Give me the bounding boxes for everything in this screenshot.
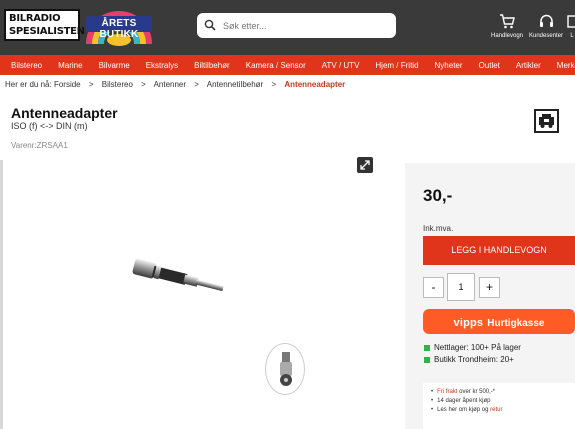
stock-online-text: Nettlager: 100+ På lager (434, 343, 521, 352)
product-title: Antenneadapter (11, 105, 118, 121)
product-price: 30,- (423, 186, 453, 205)
product-thumbnail[interactable] (265, 343, 305, 395)
free-shipping-rest: over kr 500,-* (457, 389, 496, 395)
main-nav: Bilstereo Marine Bilvarme Ekstralys Bilt… (0, 55, 575, 75)
vipps-logo: vipps (453, 317, 484, 329)
product-page: BILRADIO SPESIALISTEN AS ÅRETS BUTIKK Sø… (0, 0, 575, 429)
nav-item-nyheter[interactable]: Nyheter (427, 61, 471, 70)
nav-item-ekstralys[interactable]: Ekstralys (138, 61, 186, 70)
nav-item-merker[interactable]: Merker (549, 61, 575, 70)
stock-store: Butikk Trondheim: 20+ (424, 355, 514, 364)
headset-icon (539, 14, 553, 27)
quantity-input[interactable]: 1 (447, 273, 475, 301)
info-read-more: Les her om kjøp og retur (431, 406, 575, 415)
info-free-shipping: Fri frakt over kr 500,-* (431, 388, 575, 397)
stock-online: Nettlager: 100+ På lager (424, 343, 521, 352)
breadcrumb-current: Antenneadapter (284, 80, 346, 89)
cart-icon (500, 14, 515, 29)
nav-item-atv-utv[interactable]: ATV / UTV (314, 61, 368, 70)
nav-item-bilvarme[interactable]: Bilvarme (91, 61, 138, 70)
site-logo[interactable]: BILRADIO SPESIALISTEN AS (4, 9, 103, 41)
in-stock-icon (424, 357, 430, 363)
nav-item-marine[interactable]: Marine (50, 61, 90, 70)
nav-item-kamera-sensor[interactable]: Kamera / Sensor (238, 61, 314, 70)
search-bar[interactable] (197, 13, 396, 38)
brand-logo[interactable] (534, 109, 559, 133)
vipps-label: Hurtigkasse (487, 318, 545, 329)
vipps-express-button[interactable]: vipps Hurtigkasse (423, 309, 575, 334)
search-icon[interactable] (204, 19, 216, 31)
breadcrumb-link-forside[interactable]: Forside (54, 80, 81, 89)
breadcrumb: Her er du nå: Forside > Bilstereo > Ante… (5, 80, 345, 89)
cart-label: Handlevogn (490, 33, 524, 39)
logo-line-2: SPESIALISTEN AS (9, 26, 103, 37)
quantity-increase-button[interactable]: + (479, 277, 500, 298)
in-stock-icon (424, 345, 430, 351)
left-edge-strip (0, 160, 3, 429)
product-subtitle: ISO (f) <-> DIN (m) (11, 121, 88, 131)
product-image[interactable] (128, 255, 228, 303)
quantity-decrease-button[interactable]: - (423, 277, 444, 298)
badge-text: ÅRETS BUTIKK (99, 18, 139, 40)
add-to-cart-button[interactable]: LEGG I HANDLEVOGN (423, 236, 575, 265)
nav-item-artikler[interactable]: Artikler (508, 61, 549, 70)
login-label: L (570, 33, 574, 39)
product-sku: Varenr:ZRSAA1 (11, 141, 68, 150)
breadcrumb-separator: > (271, 80, 277, 89)
login-button[interactable]: L (566, 14, 575, 48)
purchase-info-box: Fri frakt over kr 500,-* 14 dager åpent … (423, 383, 575, 429)
user-icon (567, 15, 575, 28)
return-link[interactable]: retur (490, 407, 502, 413)
expand-icon (360, 160, 370, 170)
car-brand-icon (539, 114, 554, 128)
nav-item-outlet[interactable]: Outlet (471, 61, 508, 70)
thumbnail-image (280, 352, 292, 386)
read-more-text: Les her om kjøp og (437, 407, 491, 413)
search-input[interactable] (223, 17, 388, 34)
nav-item-hjem-fritid[interactable]: Hjem / Fritid (367, 61, 426, 70)
breadcrumb-separator: > (141, 80, 146, 89)
breadcrumb-link-antennetilbehor[interactable]: Antennetilbehør (207, 80, 263, 89)
free-shipping-link[interactable]: Fri frakt (437, 389, 457, 395)
vat-note: Ink.mva. (423, 224, 454, 233)
return-policy-text: 14 dager åpent kjøp (437, 398, 491, 404)
cart-button[interactable]: Handlevogn (490, 14, 524, 48)
breadcrumb-prefix: Her er du nå: (5, 80, 52, 89)
breadcrumb-link-antenner[interactable]: Antenner (154, 80, 186, 89)
stock-store-text: Butikk Trondheim: 20+ (434, 355, 514, 364)
breadcrumb-separator: > (194, 80, 199, 89)
site-header: BILRADIO SPESIALISTEN AS ÅRETS BUTIKK Sø… (0, 0, 575, 55)
breadcrumb-separator: > (88, 80, 94, 89)
store-of-year-badge: ÅRETS BUTIKK (84, 4, 154, 48)
nav-item-bilstereo[interactable]: Bilstereo (0, 61, 50, 70)
nav-item-biltilbehor[interactable]: Biltilbehør (186, 61, 238, 70)
logo-line-1: BILRADIO (9, 13, 61, 24)
info-return-policy: 14 dager åpent kjøp (431, 397, 575, 406)
expand-image-button[interactable] (357, 157, 373, 173)
customer-service-button[interactable]: Kundesenter (528, 14, 564, 48)
customer-service-label: Kundesenter (528, 33, 564, 39)
breadcrumb-link-bilstereo[interactable]: Bilstereo (102, 80, 133, 89)
